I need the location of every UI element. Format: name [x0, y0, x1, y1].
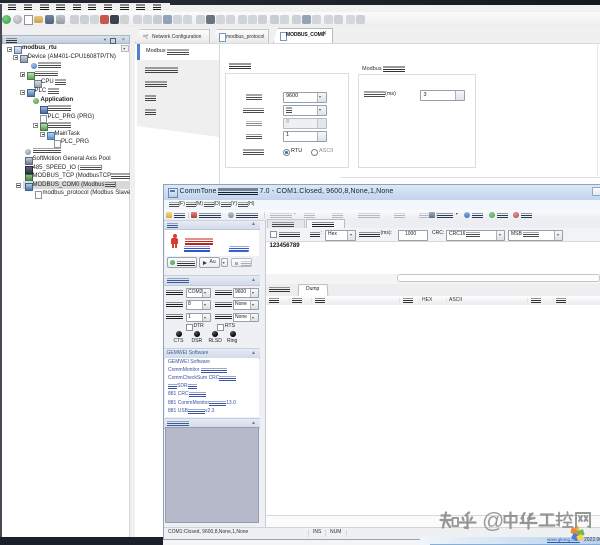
svg-text:@: @: [482, 508, 504, 533]
